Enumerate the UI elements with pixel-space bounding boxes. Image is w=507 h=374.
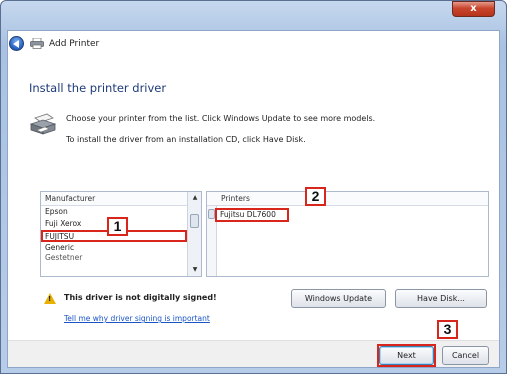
scroll-thumb[interactable] (190, 214, 199, 228)
windows-update-button[interactable]: Windows Update (291, 289, 386, 308)
window-title: Add Printer (49, 39, 100, 49)
scroll-up-icon[interactable]: ▲ (188, 192, 202, 204)
description-text: To install the driver from an installati… (66, 135, 306, 144)
callout-badge: 1 (107, 217, 128, 236)
callout-badge: 2 (305, 187, 326, 206)
printer-icon (29, 113, 57, 135)
printers-column-header[interactable]: Printers (207, 192, 488, 206)
next-highlight-box (377, 344, 436, 367)
description-text: Choose your printer from the list. Click… (66, 114, 376, 123)
manufacturer-column-header[interactable]: Manufacturer (41, 192, 201, 206)
list-item-selected[interactable]: Fujitsu DL7600 (215, 208, 289, 222)
driver-signing-link[interactable]: Tell me why driver signing is important (64, 314, 210, 323)
printers-list[interactable]: Printers Fujitsu DL7600 (206, 191, 489, 277)
scroll-down-icon[interactable]: ▼ (188, 264, 202, 276)
close-button[interactable]: x (452, 1, 495, 17)
list-item[interactable]: Generic (41, 242, 187, 254)
callout-badge: 3 (437, 320, 458, 339)
back-arrow-icon[interactable] (9, 36, 24, 51)
have-disk-button[interactable]: Have Disk... (395, 289, 487, 308)
warning-message: This driver is not digitally signed! (64, 293, 217, 302)
manufacturer-scrollbar[interactable]: ▲ ▼ (187, 192, 201, 276)
cancel-button[interactable]: Cancel (442, 346, 489, 365)
list-item[interactable]: Gestetner (41, 254, 187, 262)
page-title: Install the printer driver (29, 81, 167, 95)
printer-icon (30, 38, 44, 49)
scroll-thumb[interactable] (208, 209, 215, 219)
warning-icon: ! (44, 293, 56, 304)
